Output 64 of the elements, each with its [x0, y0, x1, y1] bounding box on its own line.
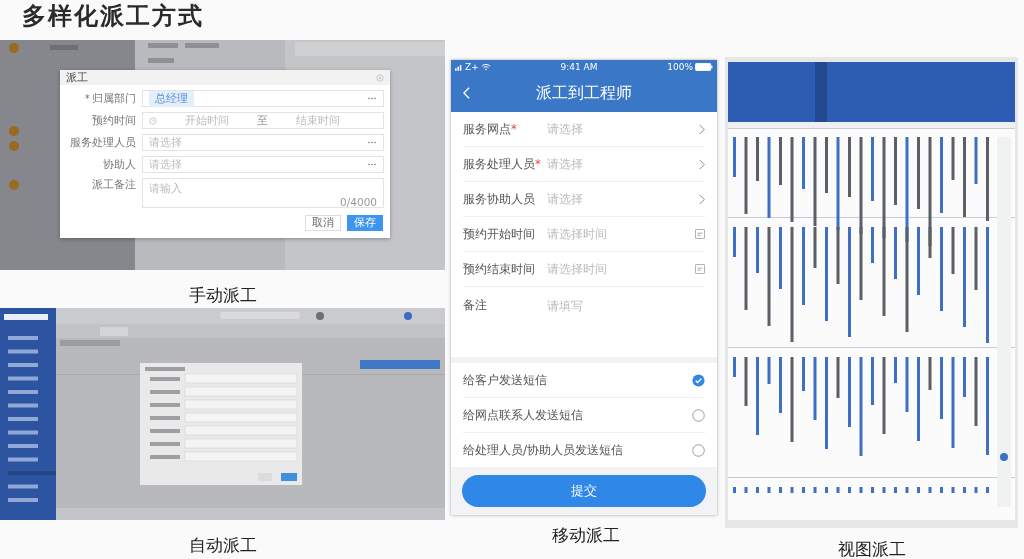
back-icon[interactable] — [463, 87, 470, 99]
field-label: 预约结束时间 — [463, 261, 536, 277]
more-icon — [367, 163, 377, 166]
calendar-icon — [695, 264, 705, 274]
field-placeholder[interactable]: 请选择 — [547, 190, 699, 208]
dialog-title: 派工 — [66, 70, 88, 85]
submit-button[interactable]: 提交 — [462, 475, 706, 507]
more-icon — [367, 141, 377, 144]
field-placeholder[interactable]: 请填写 — [547, 298, 705, 315]
calendar-icon — [695, 229, 705, 239]
department-tag: 总经理 — [149, 90, 194, 107]
field-placeholder: 请选择 — [149, 135, 182, 150]
checkbox[interactable] — [692, 443, 705, 457]
field-label: 派工备注 — [92, 178, 136, 192]
caption: 自动派工 — [187, 534, 258, 557]
field-placeholder[interactable]: 请选择时间 — [547, 260, 695, 278]
end-time-placeholder: 结束时间 — [296, 113, 340, 128]
required-mark: * — [84, 91, 90, 106]
signal-icon — [455, 63, 463, 71]
battery-percent: 100% — [667, 62, 693, 72]
field-placeholder: 请选择 — [149, 157, 182, 172]
field-label: 备注 — [463, 298, 488, 313]
close-icon[interactable] — [376, 73, 384, 82]
field-label: 服务处理人员 — [70, 135, 136, 150]
chevron-right-icon — [699, 158, 705, 170]
character-counter: 0/4000 — [340, 196, 377, 208]
field-label: 服务网点* — [463, 121, 518, 137]
field-placeholder[interactable]: 请选择 — [547, 155, 699, 173]
field-placeholder[interactable]: 请选择 — [547, 120, 699, 138]
screen-title: 派工到工程师 — [536, 82, 632, 104]
field-label: 预约开始时间 — [463, 226, 536, 242]
field-placeholder: 请输入 — [149, 182, 183, 196]
select-field[interactable]: 请选择 — [142, 156, 384, 173]
battery-icon — [695, 63, 713, 71]
caption: 移动派工 — [551, 524, 621, 547]
more-icon — [367, 97, 377, 100]
carrier-name: Z+ — [465, 62, 479, 72]
wifi-icon — [480, 63, 491, 71]
field-label: 预约时间 — [92, 113, 136, 128]
date-range-field[interactable]: 开始时间 至 结束时间 — [142, 112, 384, 129]
sms-option-label: 给处理人员/协助人员发送短信 — [463, 441, 624, 459]
checkbox[interactable] — [692, 373, 705, 387]
start-time-placeholder: 开始时间 — [185, 113, 229, 128]
dialog-button[interactable]: 保存 — [347, 215, 383, 231]
sms-option-label: 给客户发送短信 — [463, 371, 547, 389]
field-label: 服务协助人员 — [463, 191, 536, 207]
range-separator: 至 — [257, 113, 268, 128]
caption: 手动派工 — [187, 284, 258, 307]
slide-title: 多样化派工方式 — [22, 1, 204, 31]
sms-option-label: 给网点联系人发送短信 — [463, 406, 583, 424]
remarks-textarea[interactable]: 请输入 0/4000 — [142, 178, 384, 208]
status-time: 9:41 AM — [560, 62, 598, 72]
dialog-button[interactable]: 取消 — [305, 215, 341, 231]
checkbox[interactable] — [692, 408, 705, 422]
field-label: 协助人 — [103, 157, 136, 172]
chevron-right-icon — [699, 123, 705, 135]
chevron-right-icon — [699, 193, 705, 205]
field-label: 归属部门 — [92, 91, 136, 106]
field-placeholder[interactable]: 请选择时间 — [547, 225, 695, 243]
field-label: 服务处理人员* — [463, 156, 542, 172]
department-field[interactable]: 总经理 — [142, 90, 384, 107]
select-field[interactable]: 请选择 — [142, 134, 384, 151]
caption: 视图派工 — [836, 538, 907, 559]
clock-icon — [149, 116, 157, 125]
